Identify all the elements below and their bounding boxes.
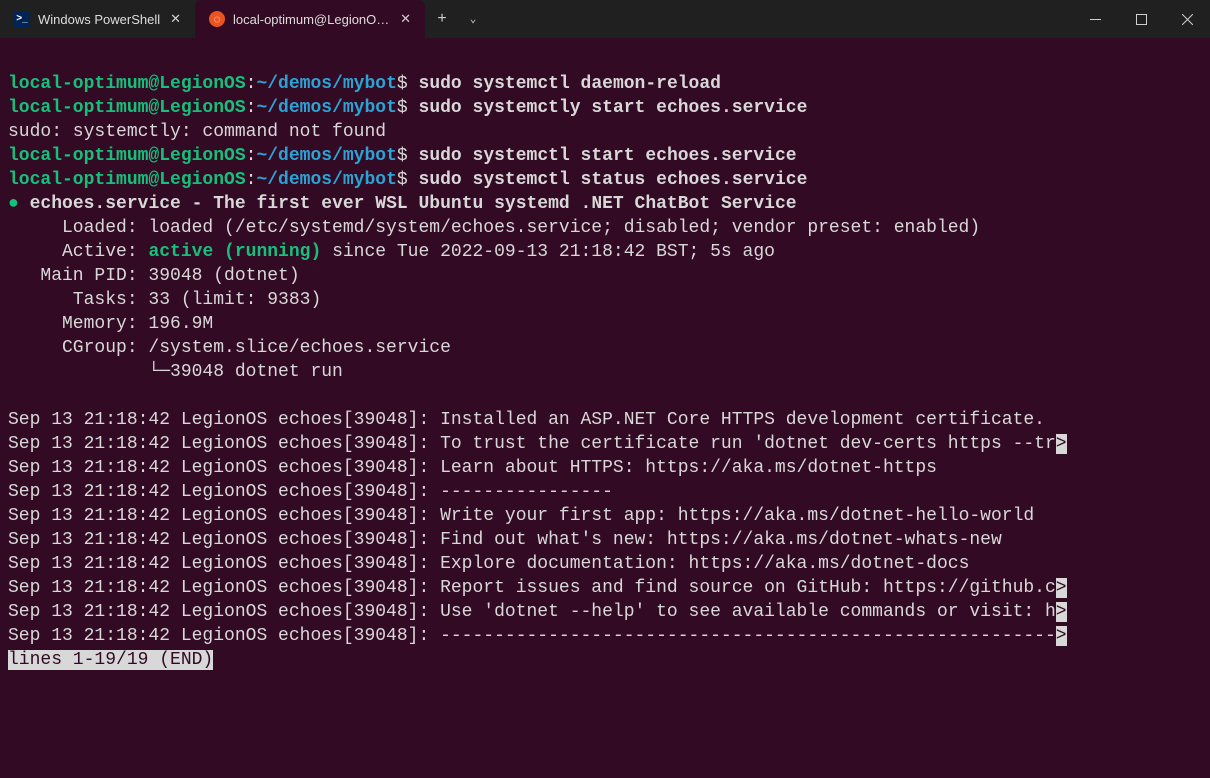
log-line: Sep 13 21:18:42 LegionOS echoes[39048]: [8,482,440,502]
new-tab-button[interactable]: + [425,0,459,38]
tab-label: Windows PowerShell [38,12,160,27]
log-line: Sep 13 21:18:42 LegionOS echoes[39048]: [8,530,440,550]
tab-powershell[interactable]: >_ Windows PowerShell ✕ [0,0,195,38]
ubuntu-icon: ◌ [209,11,225,27]
truncation-marker: > [1056,434,1067,454]
tab-dropdown-button[interactable]: ⌄ [459,0,487,38]
service-header: echoes.service - The first ever WSL Ubun… [30,194,797,214]
log-line: Sep 13 21:18:42 LegionOS echoes[39048]: [8,554,440,574]
status-cgroup-line: └─39048 dotnet run [8,362,343,382]
status-active: active (running) [148,242,321,262]
maximize-button[interactable] [1118,0,1164,38]
status-tasks: Tasks: 33 (limit: 9383) [8,290,321,310]
command-text: sudo systemctl start echoes.service [419,146,797,166]
status-memory: Memory: 196.9M [8,314,213,334]
status-loaded: Loaded: loaded (/etc/systemd/system/echo… [8,218,980,238]
command-text: sudo systemctly start echoes.service [419,98,808,118]
titlebar: >_ Windows PowerShell ✕ ◌ local-optimum@… [0,0,1210,38]
command-text: sudo systemctl status echoes.service [419,170,808,190]
command-text: sudo systemctl daemon-reload [419,74,721,94]
close-button[interactable] [1164,0,1210,38]
pager-status: lines 1-19/19 (END) [8,650,213,670]
status-dot-icon: ● [8,194,19,214]
log-line: Sep 13 21:18:42 LegionOS echoes[39048]: [8,410,440,430]
log-line: Sep 13 21:18:42 LegionOS echoes[39048]: [8,602,440,622]
minimize-button[interactable] [1072,0,1118,38]
prompt-path: ~/demos/mybot [256,74,396,94]
tab-ubuntu[interactable]: ◌ local-optimum@LegionOS: ~, ✕ [195,0,425,38]
log-line: Sep 13 21:18:42 LegionOS echoes[39048]: [8,626,440,646]
error-text: sudo: systemctly: command not found [8,122,386,142]
log-line: Sep 13 21:18:42 LegionOS echoes[39048]: [8,458,440,478]
truncation-marker: > [1056,578,1067,598]
status-cgroup: CGroup: /system.slice/echoes.service [8,338,451,358]
titlebar-drag-region[interactable] [487,0,1072,38]
prompt-user: local-optimum@LegionOS [8,74,246,94]
terminal-viewport[interactable]: local-optimum@LegionOS:~/demos/mybot$ su… [0,38,1210,778]
log-line: Sep 13 21:18:42 LegionOS echoes[39048]: [8,434,440,454]
powershell-icon: >_ [14,11,30,27]
close-icon[interactable]: ✕ [398,9,413,29]
truncation-marker: > [1056,602,1067,622]
log-line: Sep 13 21:18:42 LegionOS echoes[39048]: [8,578,440,598]
log-line: Sep 13 21:18:42 LegionOS echoes[39048]: [8,506,440,526]
truncation-marker: > [1056,626,1067,646]
status-mainpid: Main PID: 39048 (dotnet) [8,266,300,286]
tab-label: local-optimum@LegionOS: ~, [233,12,390,27]
close-icon[interactable]: ✕ [168,9,183,29]
